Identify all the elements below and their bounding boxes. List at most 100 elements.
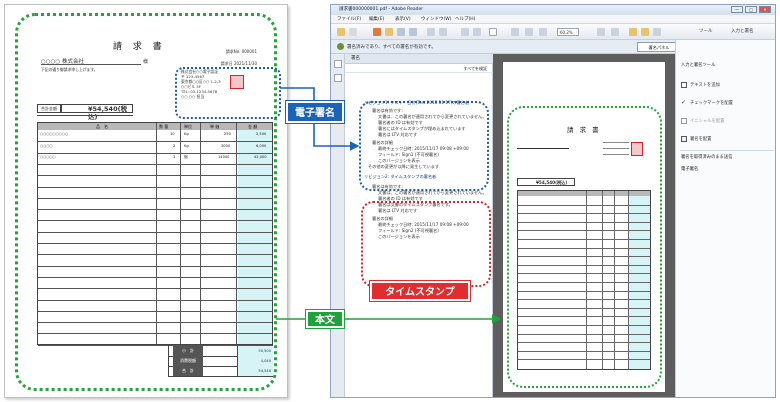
signature-notice-text: 署名済みであり、すべての署名が有効です。	[347, 45, 436, 50]
signature-tree-line: その他の変更が以降に発生しています	[368, 164, 440, 169]
menu-help[interactable]: ヘルプ(H)	[455, 16, 475, 22]
menu-edit[interactable]: 編集(E)	[369, 16, 384, 22]
seller-info: 株式会社○○電子認証 〒 123-4567 東京都○○区○○ 1-2-3 ○○ビ…	[181, 69, 221, 99]
valid-signature-icon	[337, 43, 344, 50]
tools-link[interactable]: ツール	[699, 28, 713, 34]
row2-unit: Kg	[184, 144, 189, 148]
prev-page-icon[interactable]	[461, 28, 469, 36]
row2-amount: 6,000	[256, 144, 267, 148]
add-initials-item[interactable]: イニシャルを配置	[690, 118, 724, 124]
zoom-out-icon[interactable]	[525, 28, 533, 36]
zoom-in-icon[interactable]	[539, 28, 547, 36]
row1-qty: 10	[170, 132, 175, 136]
document-viewport[interactable]: 請 求 書 ¥54,540(税込)	[493, 54, 675, 397]
signature-tree-line[interactable]: リビジョン1: テスト 日付(Test 2015 11 17)の署名者	[364, 100, 469, 106]
table-row-line	[38, 276, 272, 278]
row3-price: 14000	[218, 155, 230, 159]
fax-icon[interactable]	[439, 28, 447, 36]
row2-qty: 2	[173, 144, 176, 148]
digital-signature-callout: 電子署名	[286, 101, 344, 123]
menu-view[interactable]: 表示(V)	[395, 16, 411, 22]
close-button[interactable]: ✕	[759, 6, 771, 13]
validate-all-link[interactable]: すべてを検証	[464, 66, 487, 72]
next-page-icon[interactable]	[473, 28, 481, 36]
highlight-icon[interactable]	[641, 28, 649, 36]
print-icon[interactable]	[397, 28, 405, 36]
preview-row-line	[518, 221, 650, 223]
total-value: ¥54,540(税込)	[61, 104, 133, 121]
zoom-select[interactable]: 60.2%	[557, 28, 579, 36]
attachments-icon[interactable]	[334, 74, 342, 82]
fill-sign-link[interactable]: 入力と署名	[731, 28, 754, 34]
comment-icon[interactable]	[427, 28, 435, 36]
table-row-line	[38, 209, 272, 211]
comment-bubble-icon[interactable]	[629, 28, 637, 36]
paper-invoice: 請 求 書 請求No. 000001 請求日 2021/11/30 ○○○○ 株…	[4, 4, 288, 398]
row1-price: 250	[224, 132, 231, 136]
signature-panel-bar: すべてを検証	[345, 64, 493, 73]
add-text-item[interactable]: テキストを追加	[690, 82, 720, 88]
place-signature-icon	[681, 136, 687, 142]
add-checkmark-item[interactable]: チェックマークを配置	[690, 100, 733, 106]
invoice-number: 請求No. 000001	[225, 49, 257, 54]
preview-title: 請 求 書	[567, 126, 601, 134]
fit-width-icon[interactable]	[611, 28, 619, 36]
pane-separator	[680, 150, 774, 151]
place-signature-item[interactable]: 署名を配置	[690, 136, 711, 142]
timestamp-callout: タイムスタンプ	[370, 281, 470, 301]
row1-unit: Kg	[184, 132, 189, 136]
header-item: 品 名	[96, 124, 108, 129]
signature-tree-line[interactable]: リビジョン2: タイムスタンプの署名者	[364, 174, 436, 180]
digital-signature-section[interactable]: 電子署名	[681, 166, 698, 172]
table-row-line	[38, 254, 272, 256]
edit-icon[interactable]	[373, 28, 381, 36]
summary-box: 小 計 50,500 消費税額 4,040 合 計 54,540	[168, 345, 273, 377]
save-icon[interactable]	[385, 28, 393, 36]
preview-text-line	[603, 142, 629, 143]
row3-unit: 個	[184, 155, 188, 159]
hand-icon[interactable]	[511, 28, 519, 36]
preview-total: ¥54,540(税込)	[517, 178, 575, 186]
email-icon[interactable]	[409, 28, 417, 36]
pages-icon[interactable]	[334, 60, 342, 68]
preview-row-line	[518, 307, 650, 309]
preview-row-line	[518, 204, 650, 206]
send-for-signature-section[interactable]: 署名を取得済みのまま送信	[681, 154, 733, 160]
checkmark-icon: ✓	[681, 99, 687, 106]
recipient-underline	[41, 64, 141, 65]
header-price: 単 価	[210, 124, 220, 129]
row3-qty: 3	[173, 155, 176, 159]
tools-pane-tabs	[676, 40, 775, 54]
preview-text-line	[603, 154, 629, 155]
header-unit: 単位	[184, 124, 192, 129]
header-amount: 金 額	[248, 124, 258, 129]
preview-row-line	[518, 264, 650, 266]
open-icon[interactable]	[337, 28, 345, 36]
minimize-button[interactable]: —	[731, 6, 743, 13]
fill-sign-section[interactable]: 入力と署名ツール	[681, 62, 715, 68]
create-icon[interactable]	[349, 28, 357, 36]
tax-label: 消費税額	[173, 356, 203, 366]
subtotal-label: 小 計	[173, 346, 203, 356]
menu-file[interactable]: ファイル(F)	[337, 16, 361, 22]
preview-row-line	[518, 247, 650, 249]
add-text-icon	[681, 82, 687, 88]
table-row-line	[38, 310, 272, 312]
subtotal-value: 50,500	[237, 346, 273, 356]
table-row-line	[38, 299, 272, 301]
table-row-line	[38, 141, 272, 143]
preview-row-line	[518, 282, 650, 283]
table-row-line	[38, 333, 272, 335]
menu-window[interactable]: ウィンドウ(W)	[421, 16, 451, 22]
signature-tree-line[interactable]: このバージョンを表示	[378, 234, 420, 240]
total-underline	[37, 115, 133, 116]
maximize-button[interactable]: □	[745, 6, 757, 13]
window-title: 請求書000000001.pdf - Adobe Reader	[339, 7, 424, 12]
table-row-line	[38, 152, 272, 154]
share-icon[interactable]	[653, 28, 661, 36]
preview-row-line	[518, 273, 650, 275]
fit-page-icon[interactable]	[597, 28, 605, 36]
row1-amount: 2,500	[256, 132, 267, 136]
page-number-field[interactable]	[489, 28, 497, 36]
table-row-line	[38, 231, 272, 233]
